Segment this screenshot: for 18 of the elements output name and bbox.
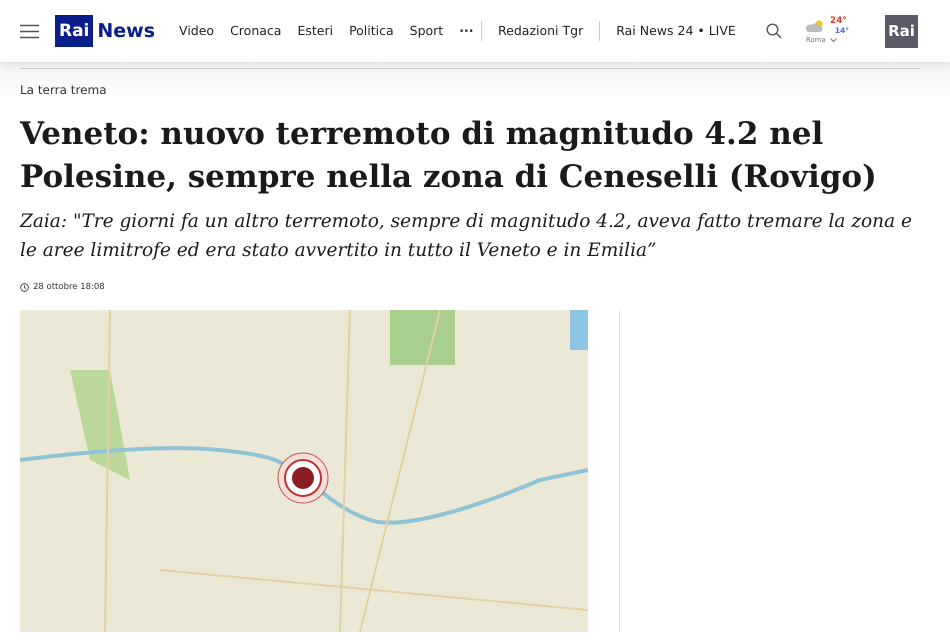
menu-icon[interactable] [20,24,39,38]
nav-link[interactable]: Video [179,22,214,40]
logo[interactable]: Rai News [55,15,156,47]
chevron-down-icon[interactable] [830,38,837,42]
nav-link[interactable]: Sport [410,22,444,40]
nav-link[interactable]: Redazioni Tgr [498,22,584,40]
nav-link[interactable]: Cronaca [230,22,282,40]
article-title: Veneto: nuovo terremoto di magnitudo 4.2 nel Polesine, sempre nella zona di Ceneselli (Rovigo) [20,115,878,197]
nav-link[interactable]: Esteri [297,22,334,40]
rai-logo[interactable]: Rai [885,14,918,48]
nav-link[interactable]: Politica [349,22,394,40]
max-temperature: 24° [830,16,848,26]
more-menu[interactable]: ··· [459,22,474,40]
publish-date: 28 ottobre 18:08 [33,281,105,294]
article-subtitle: Zaia: "Tre giorni fa un altro terremoto, sempre di magnitudo 4.2, aveva fatto tremare la zona e le aree limitrofe ed era stato avvertito in tutto il Veneto e in Emilia” [20,210,913,263]
clock-icon [20,282,29,292]
nav-link[interactable]: Rai News 24 • LIVE [616,22,736,40]
search-icon[interactable] [766,23,782,39]
